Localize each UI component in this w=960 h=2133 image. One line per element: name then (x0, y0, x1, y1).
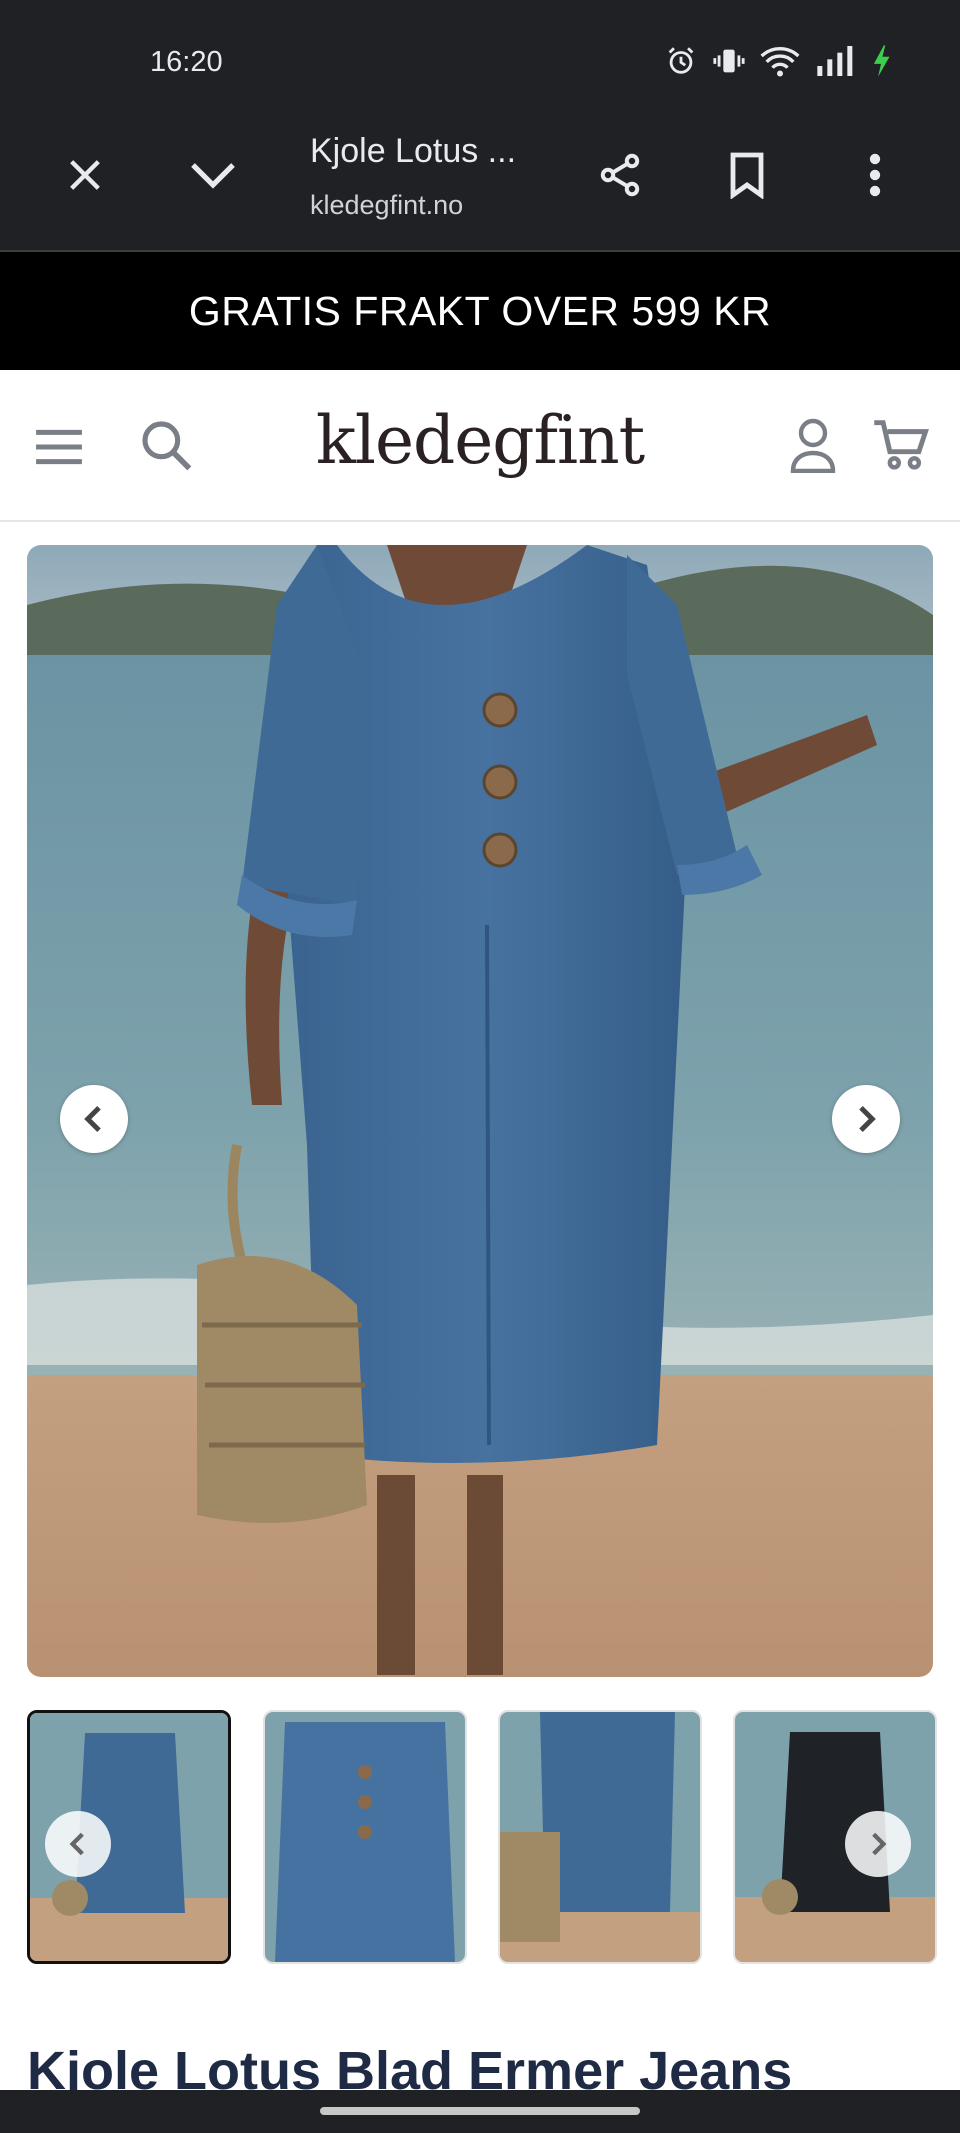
page-title: Kjole Lotus ... (310, 132, 517, 170)
more-vert-icon (869, 153, 881, 197)
browser-chrome: 16:20 Kjole Lotus ... kledegfint.no (0, 0, 960, 252)
vibrate-icon (713, 49, 745, 73)
account-icon (790, 418, 836, 473)
hero-next-button[interactable] (832, 1085, 900, 1153)
thumbnail-next-button[interactable] (845, 1811, 911, 1877)
chevron-right-icon (859, 1105, 876, 1133)
product-photo (27, 545, 933, 1677)
close-icon (70, 160, 100, 190)
status-time: 16:20 (150, 46, 223, 78)
thumbnail-strip (27, 1710, 937, 1968)
gesture-bar (0, 2090, 960, 2133)
thumbnail-image (265, 1712, 465, 1962)
chevron-right-icon (872, 1832, 887, 1856)
announcement-bar: GRATIS FRAKT OVER 599 KR (0, 252, 960, 370)
announcement-text: GRATIS FRAKT OVER 599 KR (188, 287, 772, 334)
product-main-image[interactable] (27, 545, 933, 1677)
wifi-icon (760, 47, 800, 77)
thumbnail-image (500, 1712, 700, 1962)
cart-icon (874, 420, 929, 470)
minimize-button[interactable] (178, 140, 248, 210)
page-url[interactable]: kledegfint.no (310, 190, 463, 221)
home-gesture-handle[interactable] (320, 2107, 640, 2115)
thumbnail-3[interactable] (498, 1710, 702, 1964)
share-button[interactable] (585, 140, 655, 210)
chevron-left-icon (84, 1105, 101, 1133)
site-header: kledegfint (0, 370, 960, 522)
thumbnail-prev-button[interactable] (45, 1811, 111, 1877)
close-tab-button[interactable] (50, 140, 120, 210)
bookmark-button[interactable] (712, 140, 782, 210)
chevron-left-icon (69, 1832, 84, 1856)
status-icons (664, 44, 894, 78)
battery-charging-icon (873, 45, 890, 77)
more-options-button[interactable] (840, 140, 910, 210)
thumbnail-2[interactable] (263, 1710, 467, 1964)
signal-icon (817, 46, 853, 76)
share-icon (600, 153, 640, 197)
cart-button[interactable] (870, 414, 932, 476)
bookmark-icon (730, 152, 764, 199)
alarm-icon (668, 47, 694, 74)
hero-prev-button[interactable] (60, 1085, 128, 1153)
account-button[interactable] (785, 414, 841, 476)
chevron-down-icon (191, 163, 235, 189)
